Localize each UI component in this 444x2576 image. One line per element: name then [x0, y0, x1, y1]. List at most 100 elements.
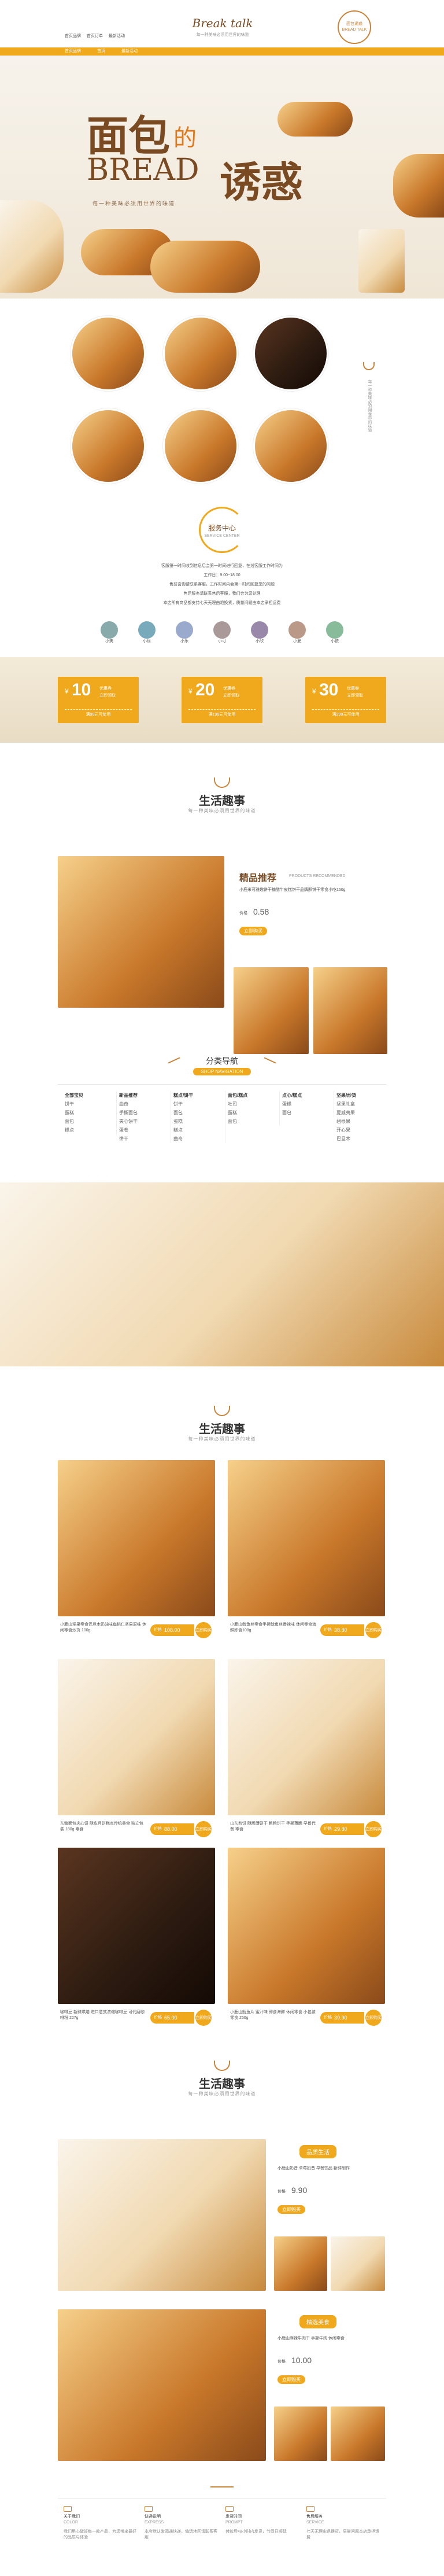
- coupon-get[interactable]: 立即领取: [347, 693, 363, 699]
- feature-tag: 精选美食: [299, 2315, 336, 2328]
- pastry-left-image: [0, 200, 64, 293]
- feature-buy-button[interactable]: 立即购买: [278, 2205, 305, 2214]
- buy-button[interactable]: 立即购买: [195, 1622, 212, 1638]
- buy-button[interactable]: 立即购买: [195, 1821, 212, 1837]
- catnav-head[interactable]: 新品推荐: [119, 1091, 171, 1100]
- catnav-link[interactable]: 面包: [228, 1117, 279, 1126]
- catnav-link[interactable]: 饼干: [65, 1100, 116, 1108]
- product-card[interactable]: 东糖面包夹心饼 酥皮月饼糕点传统美食 独立包装 180g 零食 价格 88.00…: [58, 1659, 215, 1844]
- catnav-head[interactable]: 全部宝贝: [65, 1091, 116, 1100]
- feature-desc: 小鹿山奶昔 草莓奶昔 早餐饮品 新鲜制作: [278, 2166, 350, 2170]
- header-nav-item[interactable]: 首页订单: [87, 34, 103, 39]
- catnav-link[interactable]: 蛋糕: [228, 1108, 279, 1117]
- coupon-get[interactable]: 立即领取: [223, 693, 239, 699]
- header-nav-item[interactable]: 首页品牌: [65, 34, 81, 39]
- catnav-link[interactable]: 蛋糕: [282, 1100, 334, 1108]
- catnav-col: 新品推荐 曲奇 手撕面包 夹心饼干 蛋卷 饼干: [119, 1091, 171, 1143]
- agent[interactable]: 小美: [101, 621, 118, 644]
- product-circle[interactable]: [71, 316, 146, 391]
- footer-text: 本店默认发圆通快递，偏远地区请联系客服: [145, 2530, 217, 2540]
- catnav-link[interactable]: 蛋糕: [65, 1108, 116, 1117]
- coupon[interactable]: ¥ 20 优惠券 立即领取 满199元可使用: [182, 677, 262, 723]
- catnav-link[interactable]: 饼干: [173, 1100, 225, 1108]
- product-circle[interactable]: [71, 408, 146, 484]
- catnav-link[interactable]: 曲奇: [173, 1134, 225, 1143]
- catnav-link[interactable]: 夹心饼干: [119, 1117, 171, 1126]
- product-circle[interactable]: [253, 408, 328, 484]
- catnav-head[interactable]: 坚果/炒货: [336, 1091, 388, 1100]
- catnav-link[interactable]: 蛋糕: [173, 1117, 225, 1126]
- product-circle[interactable]: [163, 316, 238, 391]
- buy-button[interactable]: 立即购买: [365, 1821, 382, 1837]
- buy-button[interactable]: 立即购买: [365, 1622, 382, 1638]
- agent[interactable]: 小优: [138, 621, 156, 644]
- menu-item[interactable]: 最新活动: [121, 49, 138, 54]
- recommend-price: 0.58: [253, 907, 269, 916]
- product-circle[interactable]: [253, 316, 328, 391]
- product-card[interactable]: 小鹿山坚果零食巴旦木奶油味扁桃仁坚果原味 休闲零食炒货 100g 价格 108.…: [58, 1460, 215, 1645]
- menu-item[interactable]: 首页: [97, 49, 105, 54]
- buy-button[interactable]: 立即购买: [365, 2010, 382, 2026]
- product-card[interactable]: 小鹿山鱿鱼丝零食手撕鱿鱼丝香辣味 休闲零食海鲜即食108g 价格 38.80 立…: [228, 1460, 385, 1645]
- catnav-link[interactable]: 夏威夷果: [336, 1108, 388, 1117]
- price-tag: 价格 65.00: [150, 2012, 194, 2024]
- coupon-yen-icon: ¥: [188, 687, 193, 695]
- coupon[interactable]: ¥ 30 优惠券 立即领取 满299元可使用: [305, 677, 386, 723]
- catnav-link[interactable]: 开心果: [336, 1126, 388, 1134]
- catnav-link[interactable]: 吐司: [228, 1100, 279, 1108]
- catnav-link[interactable]: 曲奇: [119, 1100, 171, 1108]
- recommend-thumb[interactable]: [313, 967, 387, 1054]
- catnav-head[interactable]: 点心/糕点: [282, 1091, 334, 1100]
- agent[interactable]: 小夏: [288, 621, 306, 644]
- product-image: [228, 1460, 385, 1616]
- catnav-link[interactable]: 手撕面包: [119, 1108, 171, 1117]
- coupon[interactable]: ¥ 10 优惠券 立即领取 满99元可使用: [58, 677, 139, 723]
- catnav-link[interactable]: 巴旦木: [336, 1134, 388, 1143]
- feature-thumb[interactable]: [331, 2236, 385, 2291]
- feature-thumb[interactable]: [274, 2236, 327, 2291]
- catnav-link[interactable]: 糕点: [65, 1126, 116, 1134]
- hero-title-de: 的: [173, 125, 197, 152]
- catnav-link[interactable]: 面包: [282, 1108, 334, 1117]
- feature-image[interactable]: [58, 2139, 266, 2291]
- footer-col: 发货时间 PROMPT 付款后48小时内发货，节假日顺延: [225, 2506, 301, 2535]
- feature-image[interactable]: [58, 2309, 266, 2461]
- product-desc: 咖啡豆 新鲜烘焙 进口意式浓缩咖啡豆 可代磨咖啡粉 227g: [60, 2010, 145, 2020]
- feature-thumb[interactable]: [274, 2407, 327, 2461]
- feature-price: 9.90: [291, 2186, 308, 2195]
- agent[interactable]: 小欣: [251, 621, 268, 644]
- agent-name: 小优: [143, 639, 151, 643]
- buy-button[interactable]: 立即购买: [195, 2010, 212, 2026]
- recommend-buy-button[interactable]: 立即购买: [239, 927, 267, 935]
- cup-icon: [214, 777, 230, 788]
- catnav-head[interactable]: 面包/糕点: [228, 1091, 279, 1100]
- recommend-main-image[interactable]: [58, 856, 224, 1008]
- service-title: 服务中心: [208, 524, 236, 532]
- agent[interactable]: 小可: [213, 621, 231, 644]
- catnav-link[interactable]: 饼干: [119, 1134, 171, 1143]
- agent[interactable]: 小依: [326, 621, 343, 644]
- feature-thumb[interactable]: [331, 2407, 385, 2461]
- product-card[interactable]: 小鹿山鱿鱼片 蜜汁味 即食海鲜 休闲零食 小包装零食 250g 价格 39.90…: [228, 1848, 385, 2033]
- menu-item[interactable]: 首页品牌: [65, 49, 81, 54]
- coupon-amount: 30: [319, 680, 339, 699]
- catnav-link[interactable]: 面包: [173, 1108, 225, 1117]
- logo[interactable]: Break talk: [185, 16, 260, 30]
- feature-buy-button[interactable]: 立即购买: [278, 2375, 305, 2384]
- product-image: [228, 1848, 385, 2004]
- product-card[interactable]: 山东煎饼 酥脆薄饼干 粗粮饼干 手撕薄脆 早餐代餐 零食 价格 29.80 立即…: [228, 1659, 385, 1844]
- product-circle[interactable]: [163, 408, 238, 484]
- agent[interactable]: 小乐: [176, 621, 193, 644]
- catnav-link[interactable]: 蛋卷: [119, 1126, 171, 1134]
- catnav-head[interactable]: 糕点/饼干: [173, 1091, 225, 1100]
- header-nav-item[interactable]: 最新活动: [109, 34, 125, 39]
- recommend-thumb[interactable]: [234, 967, 309, 1054]
- coupon-get[interactable]: 立即领取: [99, 693, 116, 699]
- catnav-link[interactable]: 面包: [65, 1117, 116, 1126]
- catnav-link[interactable]: 坚果礼盒: [336, 1100, 388, 1108]
- catnav-link[interactable]: 碧根果: [336, 1117, 388, 1126]
- catnav-link[interactable]: 糕点: [173, 1126, 225, 1134]
- recommend-desc: 小鹿米可雅趣饼干糖醋牛皮糕饼干品牌酥饼干零食小吃150g: [239, 888, 346, 892]
- life-section-2: 生活趣事 每一种美味必须用世界的味道 小鹿山坚果零食巴旦木奶油味扁桃仁坚果原味 …: [0, 1366, 444, 2032]
- product-card[interactable]: 咖啡豆 新鲜烘焙 进口意式浓缩咖啡豆 可代磨咖啡粉 227g 价格 65.00 …: [58, 1848, 215, 2033]
